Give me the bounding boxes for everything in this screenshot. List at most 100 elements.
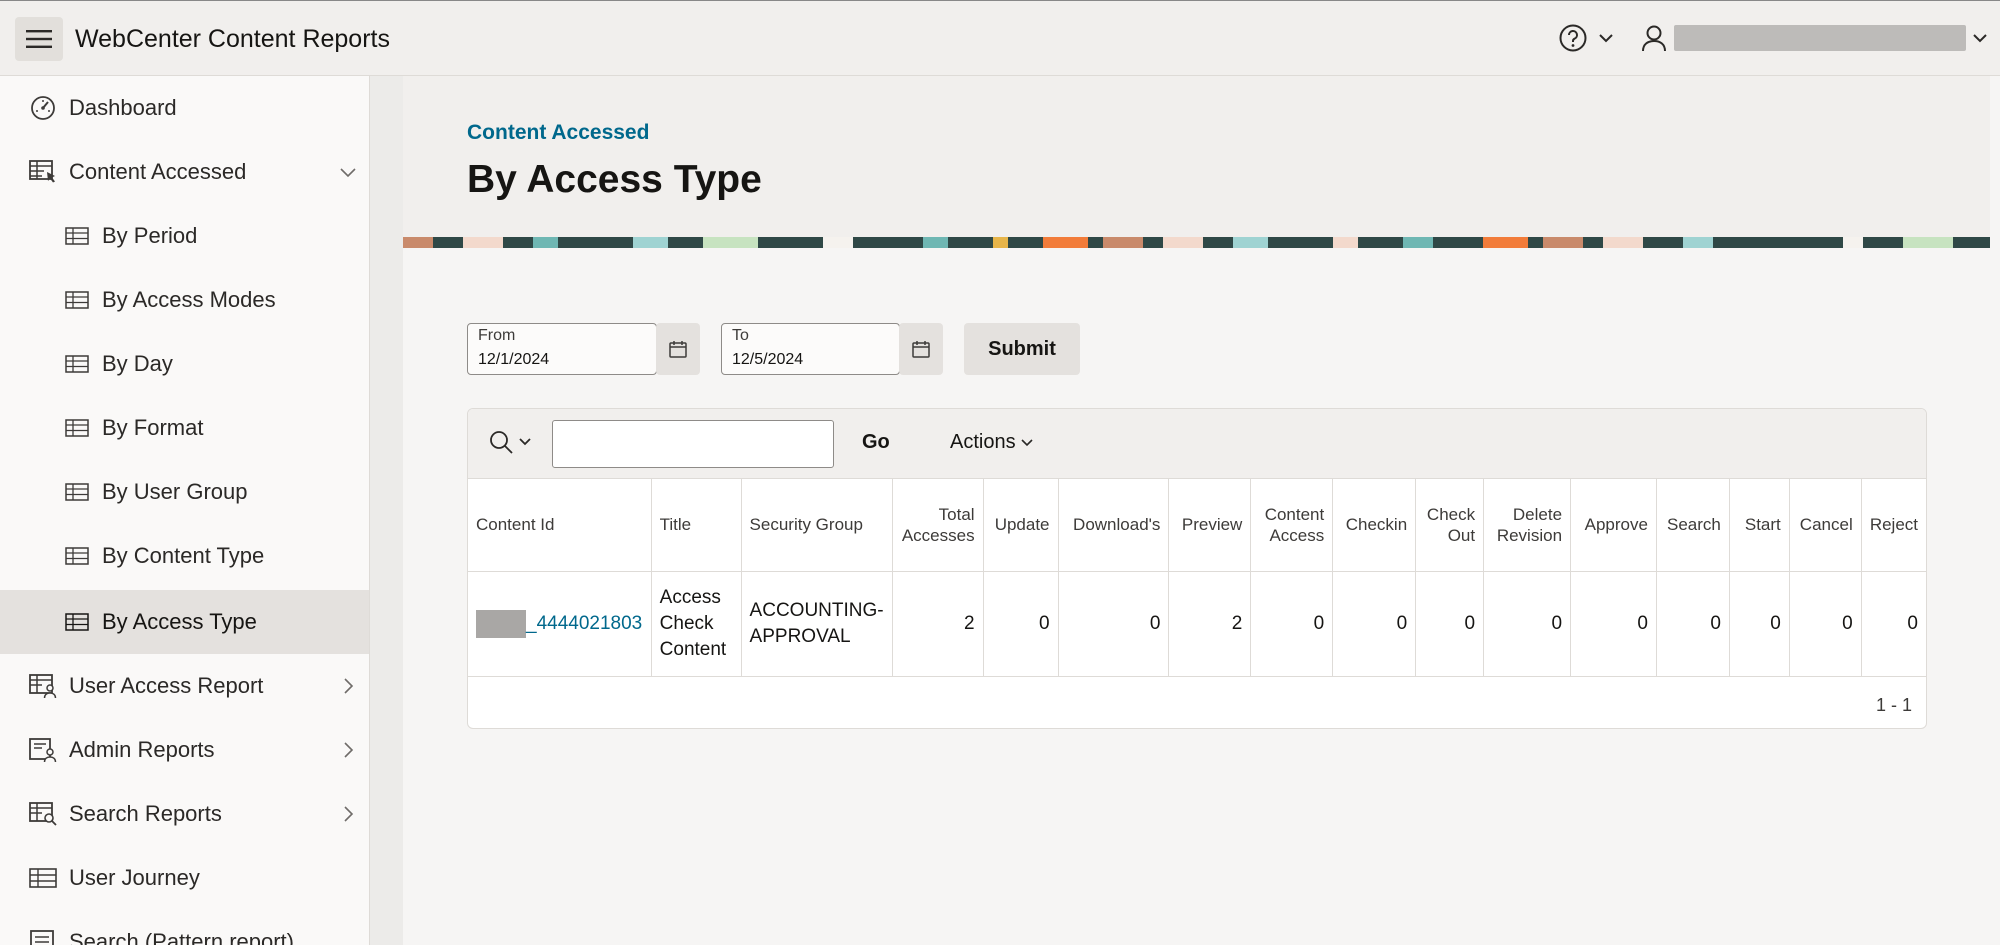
decorative-banner bbox=[403, 236, 1990, 248]
user-icon bbox=[1642, 25, 1666, 52]
column-header-delete-revision[interactable]: Delete Revision bbox=[1483, 479, 1572, 572]
cell-reject: 0 bbox=[1861, 571, 1926, 677]
sidebar-item-user-journey[interactable]: User Journey bbox=[0, 846, 369, 910]
column-header-security-group[interactable]: Security Group bbox=[741, 479, 893, 572]
layout-gutter bbox=[370, 76, 403, 945]
calendar-icon bbox=[912, 341, 930, 358]
sidebar-item-label: By Access Type bbox=[102, 609, 257, 634]
breadcrumb[interactable]: Content Accessed bbox=[467, 121, 649, 145]
sidebar-item-label: By Period bbox=[102, 223, 198, 248]
chevron-down-icon bbox=[1973, 34, 1987, 43]
cell-search: 0 bbox=[1656, 571, 1730, 677]
gauge-icon bbox=[28, 93, 58, 123]
column-header-search[interactable]: Search bbox=[1656, 479, 1730, 572]
column-header-start[interactable]: Start bbox=[1729, 479, 1790, 572]
cell-check-out: 0 bbox=[1415, 571, 1485, 677]
table-icon bbox=[28, 863, 58, 893]
search-icon bbox=[490, 431, 513, 454]
report-pointer-icon bbox=[28, 157, 58, 187]
app-title: WebCenter Content Reports bbox=[75, 25, 390, 53]
from-date-picker-button[interactable] bbox=[656, 323, 700, 375]
cell-delete-revision: 0 bbox=[1483, 571, 1572, 677]
cell-start: 0 bbox=[1729, 571, 1790, 677]
to-date-value[interactable]: 12/5/2024 bbox=[732, 351, 803, 369]
column-header-cancel[interactable]: Cancel bbox=[1789, 479, 1862, 572]
report-user-icon bbox=[28, 671, 58, 701]
cell-title: Access Check Content bbox=[651, 571, 742, 677]
chevron-down-icon bbox=[1021, 438, 1033, 446]
sidebar-item-search-reports[interactable]: Search Reports bbox=[0, 782, 369, 846]
cell-update: 0 bbox=[983, 571, 1059, 677]
sidebar-item-by-content-type[interactable]: By Content Type bbox=[0, 524, 369, 588]
from-date-value[interactable]: 12/1/2024 bbox=[478, 351, 549, 369]
sidebar-item-by-day[interactable]: By Day bbox=[0, 332, 369, 396]
column-header-content-access[interactable]: Content Access bbox=[1250, 479, 1334, 572]
user-menu-button[interactable] bbox=[1640, 23, 1988, 53]
column-header-preview[interactable]: Preview bbox=[1168, 479, 1252, 572]
sidebar-item-label: By User Group bbox=[102, 479, 248, 504]
column-header-title[interactable]: Title bbox=[651, 479, 742, 572]
content-id-link[interactable]: _4444021803 bbox=[526, 613, 642, 634]
submit-button[interactable]: Submit bbox=[964, 323, 1080, 375]
column-header-update[interactable]: Update bbox=[983, 479, 1059, 572]
sidebar-item-label: User Journey bbox=[69, 865, 200, 890]
hamburger-icon bbox=[26, 30, 52, 48]
sidebar-item-label: By Content Type bbox=[102, 543, 265, 568]
table-icon bbox=[62, 349, 92, 379]
sidebar-item-by-access-modes[interactable]: By Access Modes bbox=[0, 268, 369, 332]
table-icon bbox=[62, 477, 92, 507]
chevron-right-icon[interactable] bbox=[336, 674, 360, 698]
pagination-range: 1 - 1 bbox=[1875, 695, 1912, 715]
to-date-field[interactable]: To 12/5/2024 bbox=[721, 323, 900, 375]
report-search-input[interactable] bbox=[552, 420, 834, 468]
cell-content-id[interactable]: _4444021803 bbox=[468, 571, 652, 677]
chevron-down-icon[interactable] bbox=[336, 160, 360, 184]
cell-checkin: 0 bbox=[1332, 571, 1417, 677]
column-header-approve[interactable]: Approve bbox=[1570, 479, 1657, 572]
go-button[interactable]: Go bbox=[862, 431, 890, 454]
chevron-down-icon bbox=[1599, 34, 1613, 43]
sidebar-item-by-format[interactable]: By Format bbox=[0, 396, 369, 460]
column-header-check-out[interactable]: Check Out bbox=[1415, 479, 1485, 572]
cell-content-access: 0 bbox=[1250, 571, 1334, 677]
sidebar-item-search-pattern-report[interactable]: Search (Pattern report) bbox=[0, 910, 369, 945]
app-header: WebCenter Content Reports bbox=[0, 0, 2000, 76]
main-content: Content Accessed By Access Type From 12/… bbox=[403, 76, 2000, 945]
cell-security-group: ACCOUNTING-APPROVAL bbox=[741, 571, 893, 677]
user-name-redacted bbox=[1674, 25, 1966, 51]
sidebar-item-dashboard[interactable]: Dashboard bbox=[0, 76, 369, 140]
to-date-picker-button[interactable] bbox=[899, 323, 943, 375]
sidebar-item-label: Search Reports bbox=[69, 801, 222, 826]
sidebar-item-label: User Access Report bbox=[69, 673, 264, 698]
sidebar-item-label: Dashboard bbox=[69, 95, 177, 120]
search-column-menu[interactable] bbox=[488, 429, 532, 455]
redacted-prefix bbox=[476, 609, 526, 638]
sidebar-item-admin-reports[interactable]: Admin Reports bbox=[0, 718, 369, 782]
cell-approve: 0 bbox=[1570, 571, 1657, 677]
sidebar-item-content-accessed[interactable]: Content Accessed bbox=[0, 140, 369, 204]
from-date-field[interactable]: From 12/1/2024 bbox=[467, 323, 657, 375]
sidebar-item-by-access-type[interactable]: By Access Type bbox=[0, 590, 369, 654]
sidebar-item-label: By Format bbox=[102, 415, 204, 440]
chevron-right-icon[interactable] bbox=[336, 738, 360, 762]
chevron-down-icon bbox=[519, 438, 531, 446]
column-header-reject[interactable]: Reject bbox=[1861, 479, 1926, 572]
chevron-right-icon[interactable] bbox=[336, 802, 360, 826]
report-icon bbox=[28, 927, 58, 945]
sidebar-item-by-user-group[interactable]: By User Group bbox=[0, 460, 369, 524]
column-header-checkin[interactable]: Checkin bbox=[1332, 479, 1417, 572]
sidebar-item-by-period[interactable]: By Period bbox=[0, 204, 369, 268]
sidebar-item-user-access-report[interactable]: User Access Report bbox=[0, 654, 369, 718]
column-header-total-accesses[interactable]: Total Accesses bbox=[892, 479, 984, 572]
table-icon bbox=[62, 285, 92, 315]
column-header-downloads[interactable]: Download's bbox=[1058, 479, 1170, 572]
column-header-content-id[interactable]: Content Id bbox=[468, 479, 652, 572]
sidebar-item-label: By Day bbox=[102, 351, 173, 376]
table-icon bbox=[62, 221, 92, 251]
cell-downloads: 0 bbox=[1058, 571, 1170, 677]
sidebar-item-label: Admin Reports bbox=[69, 737, 215, 762]
menu-toggle-button[interactable] bbox=[15, 17, 63, 61]
actions-menu-button[interactable]: Actions bbox=[950, 431, 1034, 454]
help-menu-button[interactable] bbox=[1558, 23, 1614, 53]
sidebar-item-label: By Access Modes bbox=[102, 287, 276, 312]
